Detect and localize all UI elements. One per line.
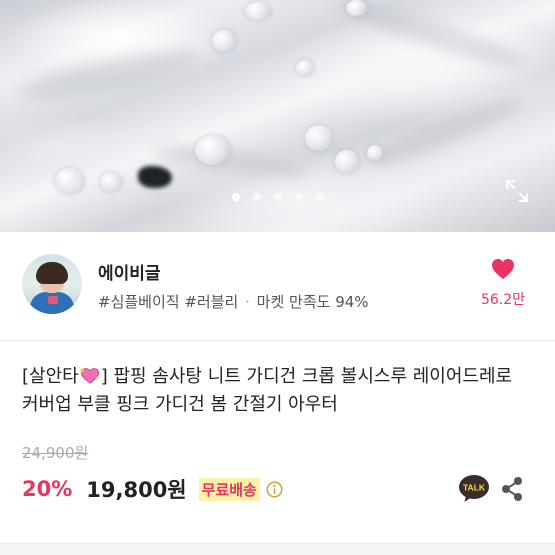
share-icon[interactable] [500, 476, 524, 502]
bead [335, 150, 359, 174]
like-button[interactable]: 56.2만 [473, 258, 533, 309]
original-price: 24,900원 [22, 444, 89, 462]
talk-label: TALK [463, 483, 486, 493]
seller-tag[interactable]: #심플베이직 [98, 293, 180, 311]
bead [296, 60, 314, 76]
free-shipping-badge: 무료배송 [198, 477, 260, 501]
bead [305, 125, 333, 151]
satisfaction-text: 마켓 만족도 94% [256, 293, 369, 311]
product-image[interactable] [0, 0, 555, 232]
bead [55, 168, 85, 194]
price-row: 20% 19,800원 무료배송 [22, 474, 283, 504]
seller-section: 에이비글 #심플베이직 #러블리 · 마켓 만족도 94% 56.2만 [0, 232, 555, 340]
like-count: 56.2만 [480, 292, 526, 308]
bottom-bar [0, 543, 555, 555]
fabric-fold [18, 41, 202, 109]
bead [367, 145, 383, 161]
product-title: [살안타] 팝핑 솜사탕 니트 가디건 크롭 볼시스루 레이어드레로 커버업 부… [22, 363, 542, 419]
separator: · [245, 293, 250, 311]
carousel-indicator [0, 193, 555, 201]
avatar-item [48, 296, 58, 304]
bead [100, 172, 122, 192]
carousel-dot[interactable] [252, 193, 261, 201]
sparkling-heart-icon [78, 367, 99, 384]
carousel-dot[interactable] [315, 193, 324, 201]
sale-price: 19,800원 [86, 478, 187, 502]
bead [212, 30, 236, 52]
seller-meta: #심플베이직 #러블리 · 마켓 만족도 94% [98, 291, 369, 312]
seller-name[interactable]: 에이비글 [98, 259, 161, 284]
photo-shadow [138, 166, 172, 188]
carousel-dot[interactable] [273, 193, 282, 201]
kakaotalk-icon[interactable]: TALK [458, 474, 490, 504]
bead [346, 0, 368, 16]
seller-tag[interactable]: #러블리 [184, 293, 238, 311]
bead [195, 135, 231, 165]
carousel-dot[interactable] [294, 193, 303, 201]
title-prefix: [살안타 [22, 366, 79, 387]
avatar[interactable] [22, 254, 82, 314]
fabric-fold [361, 89, 529, 175]
info-icon[interactable] [266, 480, 283, 498]
discount-rate: 20% [22, 477, 73, 501]
heart-icon[interactable] [491, 258, 515, 280]
expand-icon[interactable] [503, 177, 531, 205]
avatar-hair [36, 262, 68, 284]
divider [0, 340, 555, 341]
carousel-dot[interactable] [231, 193, 240, 201]
bead [245, 2, 271, 20]
